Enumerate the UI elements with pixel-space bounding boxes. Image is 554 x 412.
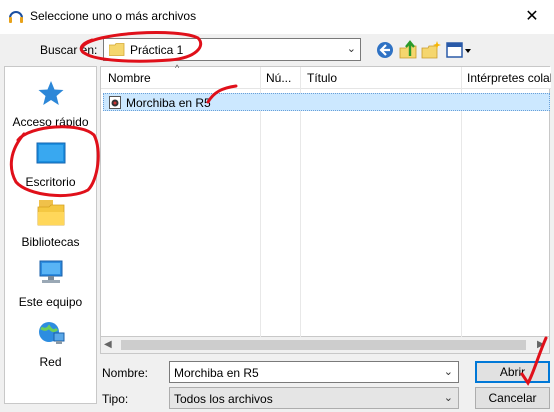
look-in-label: Buscar en: [40, 43, 98, 57]
network-icon [39, 322, 65, 344]
audio-file-icon [109, 96, 121, 109]
look-in-value: Práctica 1 [130, 43, 184, 57]
chevron-down-icon[interactable]: ⌄ [444, 391, 453, 404]
file-type-value: Todos los archivos [174, 392, 273, 406]
place-network[interactable]: Red [5, 313, 96, 371]
file-type-dropdown[interactable]: Todos los archivos ⌄ [169, 387, 459, 409]
column-header-row: ^ Nombre Nú... Título Intérpretes colab [101, 63, 551, 89]
chevron-down-icon[interactable]: ⌄ [444, 365, 453, 378]
place-label: Bibliotecas [21, 235, 80, 249]
scrollbar-thumb[interactable] [121, 340, 526, 350]
libraries-icon [37, 200, 65, 226]
file-name-input[interactable]: Morchiba en R5 ⌄ [169, 361, 459, 383]
place-this-pc[interactable]: Este equipo [5, 253, 96, 311]
file-list[interactable]: ^ Nombre Nú... Título Intérpretes colab … [100, 63, 551, 337]
file-name: Morchiba en R5 [126, 96, 211, 110]
open-button[interactable]: Abrir [475, 361, 550, 383]
file-name-label: Nombre: [102, 366, 149, 380]
close-button[interactable]: ✕ [512, 2, 552, 32]
desktop-icon [36, 142, 66, 164]
chevron-down-icon[interactable]: ⌄ [347, 42, 356, 55]
places-bar: Acceso rápido Escritorio Bibliotecas Est… [4, 66, 97, 404]
folder-icon [109, 43, 125, 56]
scroll-left-icon[interactable]: ◀ [104, 339, 112, 350]
star-icon [38, 81, 64, 105]
column-header-artists[interactable]: Intérpretes colab [467, 71, 551, 85]
new-folder-icon[interactable] [421, 40, 441, 60]
cancel-button[interactable]: Cancelar [475, 387, 550, 409]
place-libraries[interactable]: Bibliotecas [5, 193, 96, 251]
look-in-dropdown[interactable]: Práctica 1 ⌄ [103, 38, 361, 61]
title-bar: Seleccione uno o más archivos ✕ [0, 0, 554, 34]
column-header-number[interactable]: Nú... [266, 71, 291, 85]
up-folder-icon[interactable] [398, 40, 418, 60]
file-name-value: Morchiba en R5 [174, 366, 259, 380]
column-header-name[interactable]: Nombre [108, 71, 151, 85]
back-icon[interactable] [375, 40, 395, 60]
place-label: Escritorio [25, 175, 76, 189]
place-quick-access[interactable]: Acceso rápido [5, 73, 96, 131]
audacity-app-icon [9, 11, 23, 23]
file-type-label: Tipo: [102, 392, 129, 406]
view-menu-icon[interactable] [446, 40, 472, 60]
scroll-right-icon[interactable]: ▶ [537, 339, 545, 350]
horizontal-scrollbar[interactable]: ◀ ▶ [100, 337, 550, 354]
column-header-title[interactable]: Título [307, 71, 337, 85]
place-desktop[interactable]: Escritorio [5, 133, 96, 191]
sort-ascending-icon: ^ [175, 63, 180, 73]
computer-icon [39, 260, 63, 283]
window-title: Seleccione uno o más archivos [30, 9, 197, 23]
place-label: Este equipo [18, 295, 83, 309]
place-label: Acceso rápido [12, 115, 89, 129]
place-label: Red [39, 355, 62, 369]
file-row-selected[interactable]: Morchiba en R5 [103, 93, 550, 111]
